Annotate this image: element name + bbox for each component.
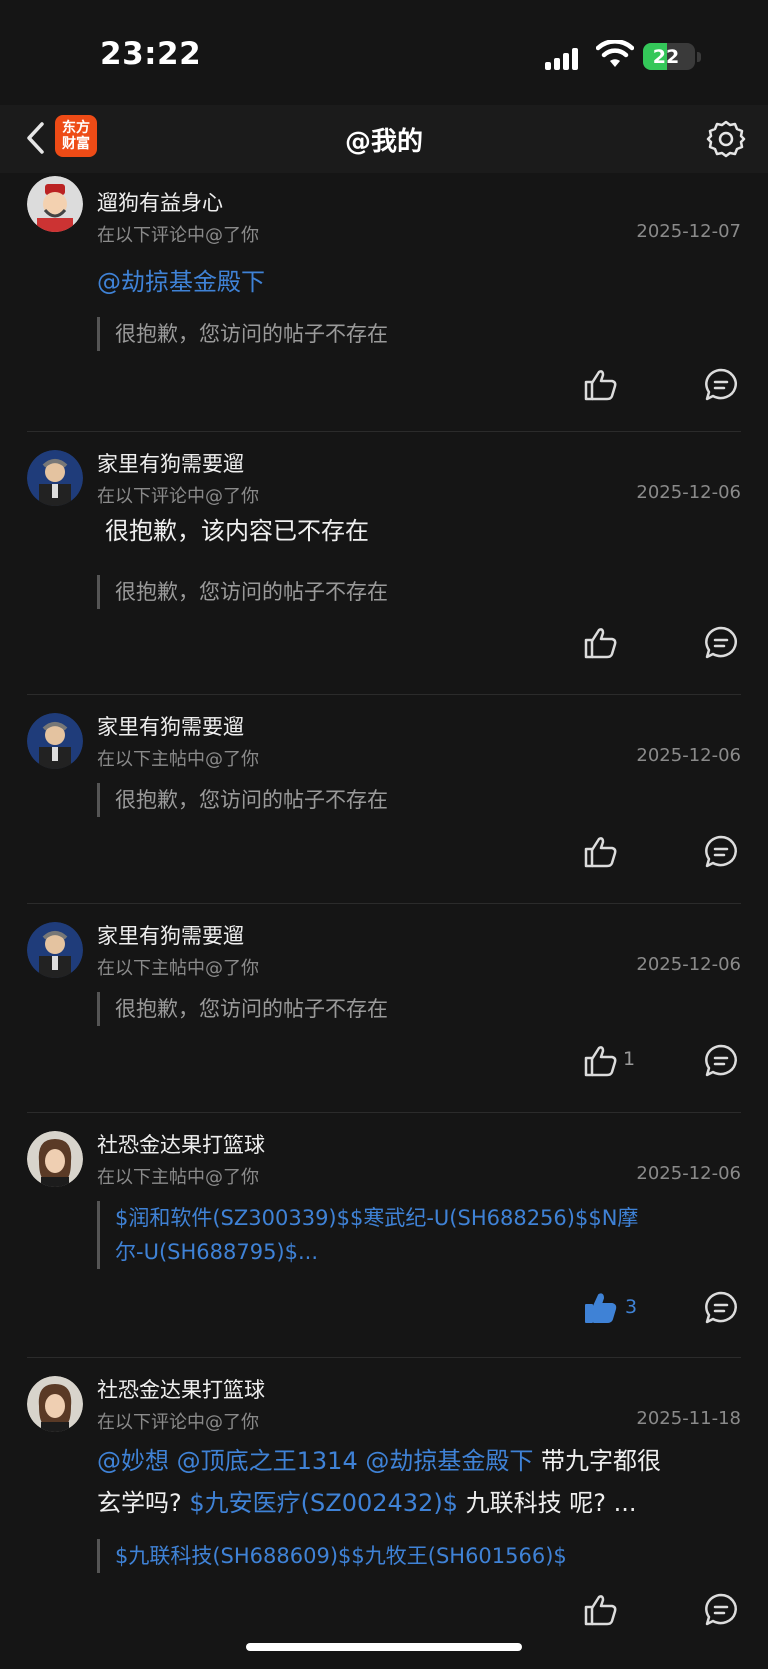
mention-context: 在以下评论中@了你 (97, 486, 259, 507)
mention-context: 在以下评论中@了你 (97, 1412, 259, 1433)
status-time: 23:22 (100, 36, 202, 72)
avatar[interactable] (27, 1376, 83, 1432)
battery-level: 22 (652, 45, 680, 68)
battery-nub (697, 52, 701, 62)
comment-icon[interactable] (703, 1290, 739, 1326)
mention-item[interactable]: 社恐金达果打篮球 在以下评论中@了你 2025-11-18 @妙想 @顶底之王1… (27, 1358, 741, 1648)
username[interactable]: 家里有狗需要遛 (97, 711, 244, 741)
username[interactable]: 社恐金达果打篮球 (97, 1374, 265, 1404)
page-title: @我的 (344, 127, 423, 157)
comment-body[interactable]: @妙想 @顶底之王1314 @劫掠基金殿下 带九字都很 玄学吗? $九安医疗(S… (97, 1440, 731, 1524)
comment-icon[interactable] (703, 625, 739, 661)
quoted-post[interactable]: 很抱歉，您访问的帖子不存在 (97, 783, 731, 817)
quoted-post[interactable]: 很抱歉，您访问的帖子不存在 (97, 317, 731, 351)
avatar[interactable] (27, 176, 83, 232)
mention-context: 在以下主帖中@了你 (97, 1167, 259, 1188)
home-indicator[interactable] (246, 1643, 522, 1651)
comment-icon[interactable] (703, 1043, 739, 1079)
avatar[interactable] (27, 1131, 83, 1187)
mention-context: 在以下主帖中@了你 (97, 749, 259, 770)
mention-feed: 遛狗有益身心 在以下评论中@了你 2025-12-07 @劫掠基金殿下 很抱歉，… (0, 173, 768, 1648)
battery-icon: 22 (643, 43, 695, 70)
mention-context: 在以下评论中@了你 (97, 225, 259, 246)
timestamp: 2025-12-07 (636, 221, 741, 242)
timestamp: 2025-12-06 (636, 1163, 741, 1184)
timestamp: 2025-11-18 (636, 1408, 741, 1429)
gear-icon[interactable] (706, 119, 746, 159)
status-bar: 23:22 22 (0, 0, 768, 105)
comment-icon[interactable] (703, 1592, 739, 1628)
mention-context: 在以下主帖中@了你 (97, 958, 259, 979)
mention-item[interactable]: 遛狗有益身心 在以下评论中@了你 2025-12-07 @劫掠基金殿下 很抱歉，… (27, 173, 741, 432)
thumbs-up-icon[interactable] (583, 834, 619, 870)
mention-link[interactable]: @劫掠基金殿下 (97, 268, 265, 296)
quoted-post[interactable]: $润和软件(SZ300339)$$寒武纪-U(SH688256)$$N摩 尔-U… (97, 1201, 731, 1269)
mention-item[interactable]: 社恐金达果打篮球 在以下主帖中@了你 2025-12-06 $润和软件(SZ30… (27, 1113, 741, 1358)
username[interactable]: 遛狗有益身心 (97, 187, 223, 217)
thumbs-up-icon[interactable] (583, 1043, 619, 1079)
avatar[interactable] (27, 713, 83, 769)
nav-bar: 东方 财富 @我的 (0, 105, 768, 173)
mention-item[interactable]: 家里有狗需要遛 在以下主帖中@了你 2025-12-06 很抱歉，您访问的帖子不… (27, 695, 741, 904)
timestamp: 2025-12-06 (636, 954, 741, 975)
comment-body[interactable]: @劫掠基金殿下 (97, 261, 731, 303)
timestamp: 2025-12-06 (636, 482, 741, 503)
thumbs-up-icon[interactable] (583, 367, 619, 403)
timestamp: 2025-12-06 (636, 745, 741, 766)
like-count: 1 (623, 1048, 636, 1070)
comment-text: 玄学吗? (97, 1489, 182, 1517)
quoted-post[interactable]: 很抱歉，您访问的帖子不存在 (97, 992, 731, 1026)
avatar[interactable] (27, 450, 83, 506)
comment-icon[interactable] (703, 834, 739, 870)
username[interactable]: 家里有狗需要遛 (97, 920, 244, 950)
quoted-post[interactable]: $九联科技(SH688609)$$九牧王(SH601566)$ (97, 1539, 731, 1573)
avatar[interactable] (27, 922, 83, 978)
mention-link[interactable]: @妙想 (97, 1447, 169, 1475)
thumbs-up-icon[interactable] (583, 625, 619, 661)
mention-item[interactable]: 家里有狗需要遛 在以下评论中@了你 2025-12-06 很抱歉，该内容已不存在… (27, 432, 741, 695)
wifi-icon (596, 40, 634, 67)
stock-link[interactable]: $九安医疗(SZ002432)$ (189, 1489, 458, 1517)
cellular-signal-icon (545, 44, 585, 70)
username[interactable]: 社恐金达果打篮球 (97, 1129, 265, 1159)
username[interactable]: 家里有狗需要遛 (97, 448, 244, 478)
thumbs-up-icon[interactable] (583, 1290, 619, 1326)
comment-body[interactable]: 很抱歉，该内容已不存在 (105, 510, 731, 552)
mention-link[interactable]: @顶底之王1314 (177, 1447, 358, 1475)
comment-icon[interactable] (703, 367, 739, 403)
mention-link[interactable]: @劫掠基金殿下 (365, 1447, 533, 1475)
quoted-post[interactable]: 很抱歉，您访问的帖子不存在 (97, 575, 731, 609)
stock-links-line[interactable]: 尔-U(SH688795)$... (115, 1235, 731, 1269)
mention-item[interactable]: 家里有狗需要遛 在以下主帖中@了你 2025-12-06 很抱歉，您访问的帖子不… (27, 904, 741, 1113)
like-count: 3 (625, 1296, 638, 1318)
thumbs-up-icon[interactable] (583, 1592, 619, 1628)
comment-text: 带九字都很 (541, 1447, 661, 1475)
comment-text: 九联科技 呢? ... (465, 1489, 637, 1517)
stock-links-line[interactable]: $润和软件(SZ300339)$$寒武纪-U(SH688256)$$N摩 (115, 1201, 731, 1235)
